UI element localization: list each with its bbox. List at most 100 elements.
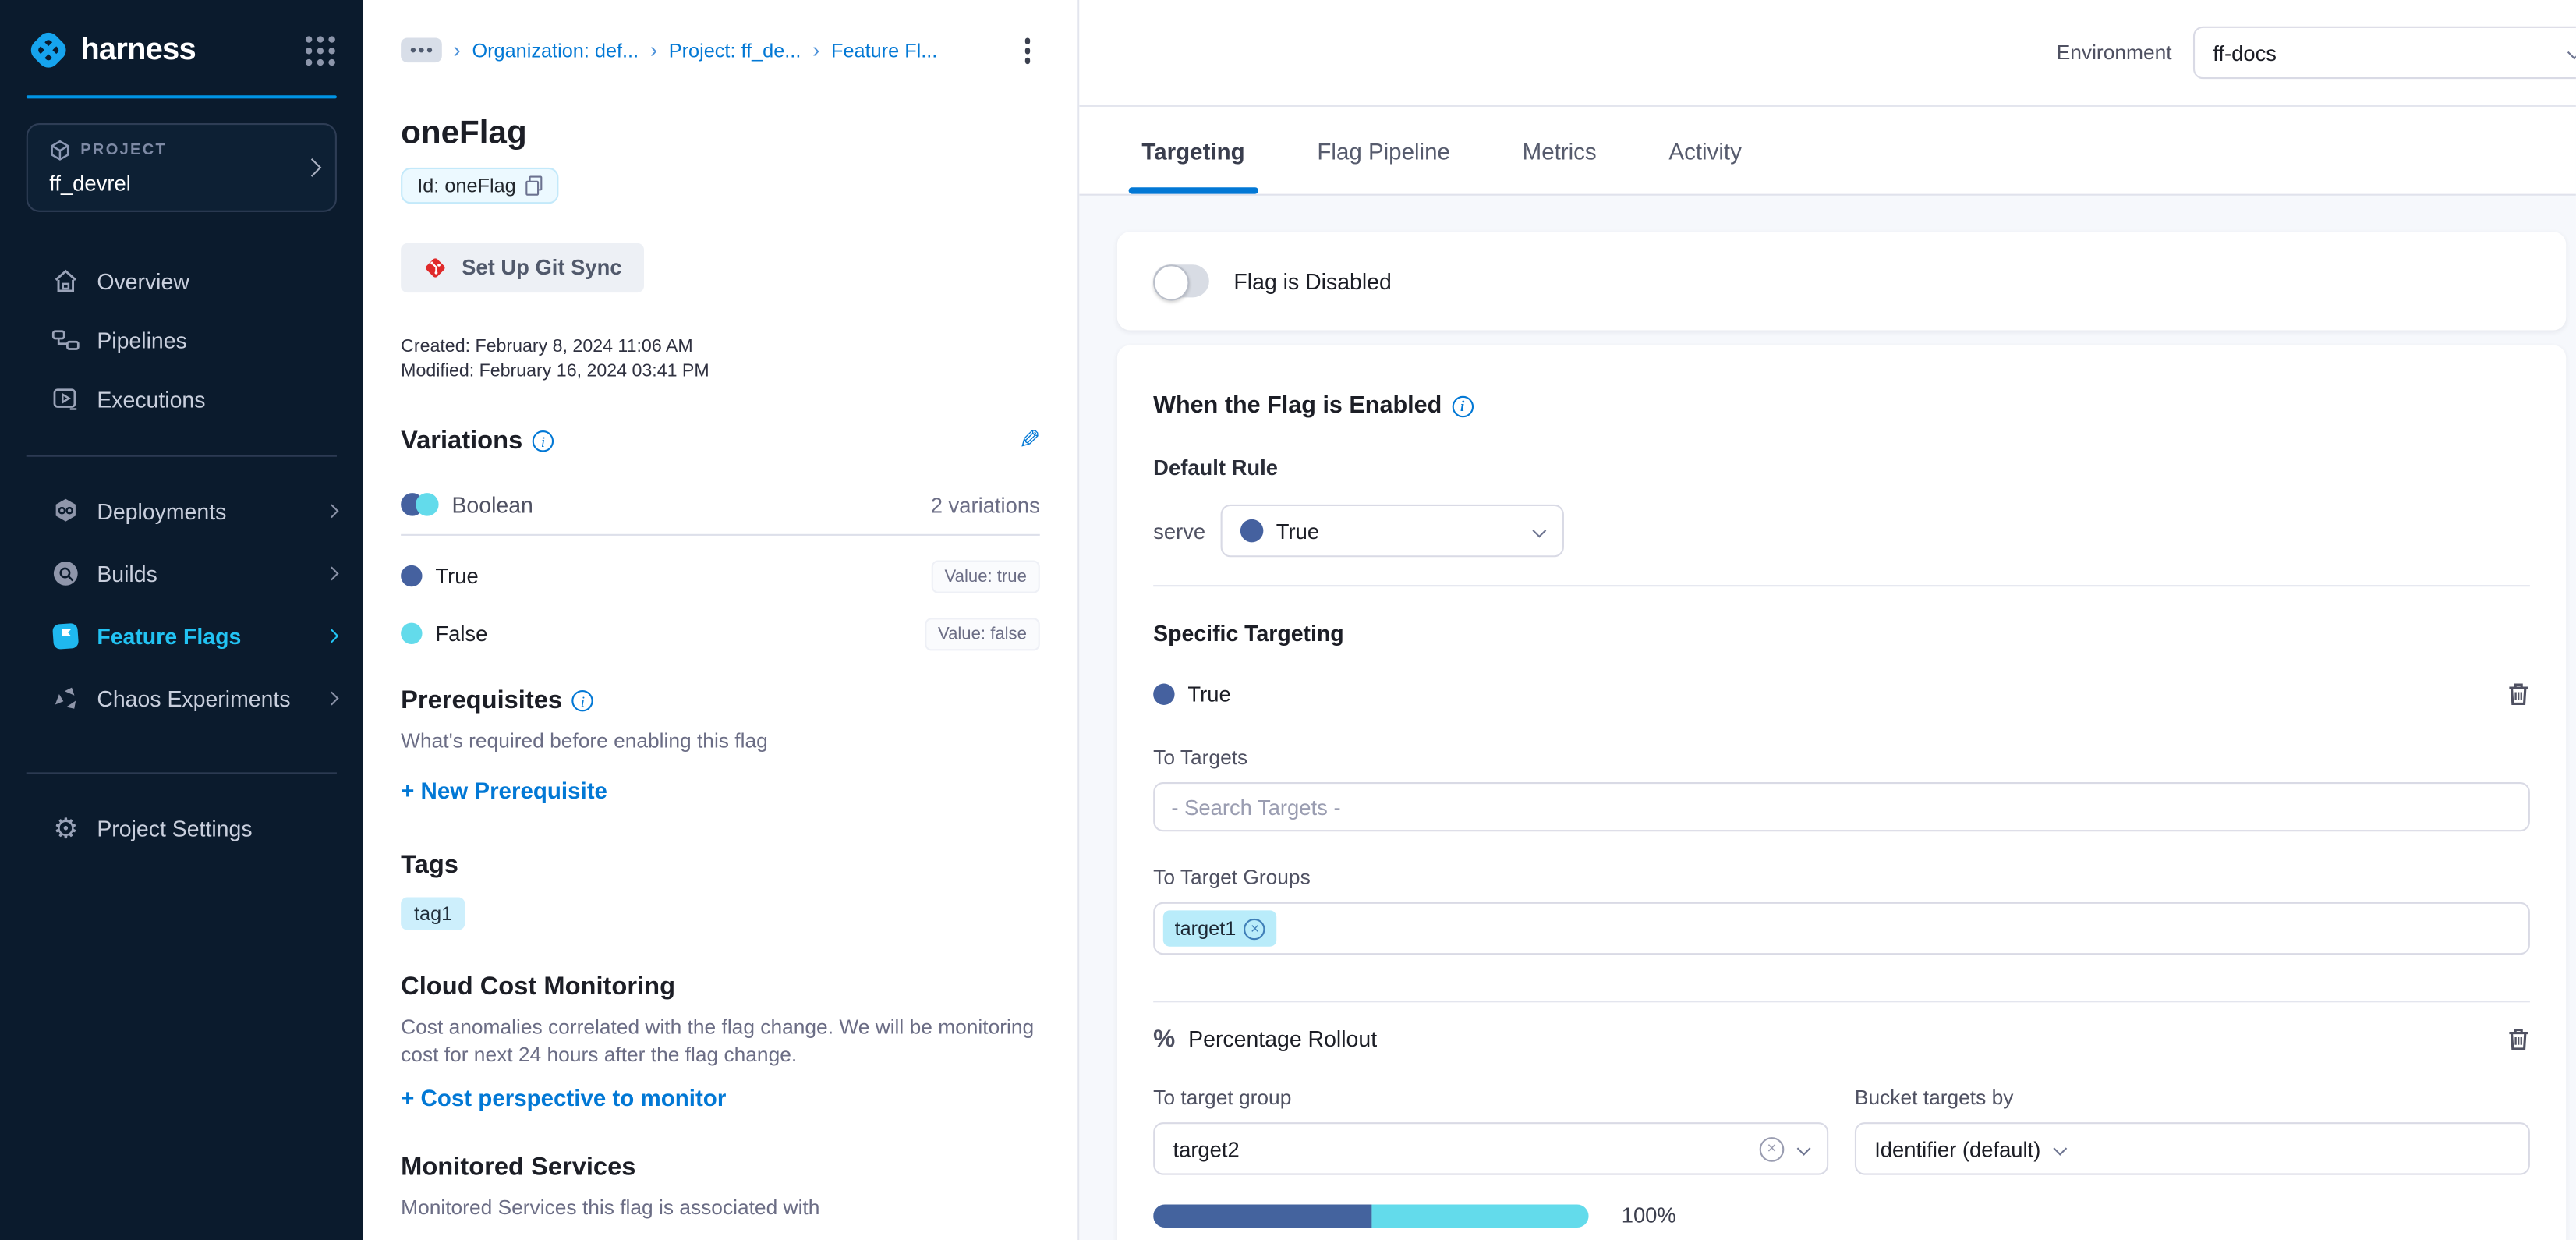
variation-row-false: False Value: false xyxy=(401,617,1040,650)
prerequisites-description: What's required before enabling this fla… xyxy=(401,727,1040,755)
variation-row-true: True Value: true xyxy=(401,559,1040,592)
sidebar-item-chaos-experiments[interactable]: Chaos Experiments xyxy=(0,667,363,729)
chevron-right-icon xyxy=(325,692,339,706)
tag-chip: tag1 xyxy=(401,896,465,929)
environment-value: ff-docs xyxy=(2213,41,2277,66)
flag-id-chip[interactable]: Id: oneFlag xyxy=(401,167,558,203)
info-icon[interactable] xyxy=(572,690,593,711)
builds-icon xyxy=(51,558,80,588)
sidebar-item-builds[interactable]: Builds xyxy=(0,542,363,604)
cloud-cost-description: Cost anomalies correlated with the flag … xyxy=(401,1013,1045,1069)
harness-app: harness PROJECT ff_devrel Over xyxy=(0,0,2576,1240)
targets-search-field xyxy=(1153,782,2530,831)
sidebar-item-overview[interactable]: Overview xyxy=(0,251,363,310)
breadcrumb-separator-icon: › xyxy=(812,39,819,60)
flag-modified-date: Modified: February 16, 2024 03:41 PM xyxy=(401,360,1040,385)
divider xyxy=(401,533,1040,535)
rollout-distribution-row: 100% xyxy=(1153,1203,2530,1228)
chevron-right-icon xyxy=(325,629,339,643)
remove-chip-icon[interactable] xyxy=(1244,918,1265,939)
feature-flags-icon xyxy=(51,621,80,650)
serve-label: serve xyxy=(1153,519,1205,544)
breadcrumb-ellipsis-button[interactable] xyxy=(401,38,442,63)
module-grid-icon[interactable] xyxy=(306,35,335,65)
edit-variations-pencil-icon[interactable] xyxy=(1018,428,1040,455)
rollout-target-group-value: target2 xyxy=(1173,1136,1239,1161)
percent-icon: % xyxy=(1153,1026,1175,1054)
breadcrumb-feature-flags[interactable]: Feature Fl... xyxy=(831,39,937,62)
clear-selection-icon[interactable] xyxy=(1760,1136,1785,1161)
chevron-down-icon xyxy=(2054,1142,2068,1156)
deployments-icon xyxy=(51,496,80,526)
tab-activity[interactable]: Activity xyxy=(1665,107,1745,194)
harness-logo-icon xyxy=(28,30,69,71)
more-options-kebab-icon[interactable] xyxy=(1014,34,1040,66)
chevron-down-icon xyxy=(1532,524,1546,538)
flag-state-label: Flag is Disabled xyxy=(1233,269,1391,294)
specific-targeting-heading: Specific Targeting xyxy=(1153,621,2530,646)
breadcrumb: › Organization: def... › Project: ff_de.… xyxy=(401,34,1040,66)
chevron-down-icon xyxy=(1797,1142,1811,1156)
prerequisites-heading: Prerequisites xyxy=(401,686,562,716)
variation-name: True xyxy=(435,564,478,589)
sidebar-item-pipelines[interactable]: Pipelines xyxy=(0,310,363,370)
sidebar-item-label: Project Settings xyxy=(97,816,252,841)
rollout-distribution-bar xyxy=(1153,1203,1588,1226)
flag-id-text: Id: oneFlag xyxy=(417,173,516,196)
delete-targeting-trash-icon[interactable] xyxy=(2507,682,2529,707)
git-icon xyxy=(423,254,449,281)
to-targets-label: To Targets xyxy=(1153,746,2530,769)
info-icon[interactable] xyxy=(533,430,554,452)
enabled-rules-heading: When the Flag is Enabled xyxy=(1153,393,1442,420)
sidebar-nav-top: Overview Pipelines Executions xyxy=(0,251,363,429)
tab-flag-pipeline[interactable]: Flag Pipeline xyxy=(1314,107,1453,194)
tab-targeting[interactable]: Targeting xyxy=(1138,107,1248,194)
flag-state-card: Flag is Disabled xyxy=(1117,232,2566,330)
cost-perspective-button[interactable]: + Cost perspective to monitor xyxy=(401,1084,726,1111)
monitored-services-heading: Monitored Services xyxy=(401,1153,635,1182)
sidebar-divider xyxy=(27,455,337,457)
flag-detail-tabs: Targeting Flag Pipeline Metrics Activity xyxy=(1079,107,2576,196)
environment-select[interactable]: ff-docs xyxy=(2193,27,2576,79)
sidebar-item-project-settings[interactable]: ⚙ Project Settings xyxy=(0,797,363,859)
sidebar-item-executions[interactable]: Executions xyxy=(0,370,363,429)
flag-enabled-toggle[interactable] xyxy=(1153,264,1209,297)
sidebar-nav-bottom: ⚙ Project Settings xyxy=(0,797,363,859)
project-selector[interactable]: PROJECT ff_devrel xyxy=(27,123,337,212)
sidebar-item-deployments[interactable]: Deployments xyxy=(0,480,363,542)
info-icon[interactable] xyxy=(1452,395,1473,416)
rollout-target-group-label: To target group xyxy=(1153,1086,1828,1109)
copy-icon[interactable] xyxy=(525,175,542,194)
breadcrumb-organization[interactable]: Organization: def... xyxy=(472,39,639,62)
monitored-services-description: Monitored Services this flag is associat… xyxy=(401,1194,1040,1222)
pipelines-icon xyxy=(51,325,80,355)
rollout-target-group-select[interactable]: target2 xyxy=(1153,1122,1828,1174)
rollout-true-segment xyxy=(1153,1203,1371,1226)
setup-git-sync-button[interactable]: Set Up Git Sync xyxy=(401,243,643,292)
target-group-chip: target1 xyxy=(1163,910,1277,946)
sidebar-item-feature-flags[interactable]: Feature Flags xyxy=(0,604,363,667)
boolean-type-icon xyxy=(401,493,438,515)
default-rule-serve-select[interactable]: True xyxy=(1220,505,1563,557)
variation-true-color-dot xyxy=(1240,519,1262,542)
sidebar-item-label: Feature Flags xyxy=(97,624,241,649)
sidebar-divider xyxy=(27,772,337,774)
bucket-targets-by-select[interactable]: Identifier (default) xyxy=(1855,1122,2530,1174)
breadcrumb-project[interactable]: Project: ff_de... xyxy=(669,39,801,62)
flag-created-date: Created: February 8, 2024 11:06 AM xyxy=(401,335,1040,360)
sidebar-item-label: Executions xyxy=(97,387,205,412)
new-prerequisite-button[interactable]: + New Prerequisite xyxy=(401,777,607,803)
chaos-icon xyxy=(51,684,80,714)
sidebar-item-label: Deployments xyxy=(97,499,226,524)
project-name: ff_devrel xyxy=(49,171,167,196)
variation-name: False xyxy=(435,621,487,646)
sidebar-item-label: Chaos Experiments xyxy=(97,686,290,711)
tab-metrics[interactable]: Metrics xyxy=(1519,107,1600,194)
git-sync-label: Set Up Git Sync xyxy=(462,255,622,280)
targets-search-input[interactable] xyxy=(1171,795,2511,820)
serve-value: True xyxy=(1276,519,1319,544)
bucket-targets-by-label: Bucket targets by xyxy=(1855,1086,2530,1109)
target-groups-field[interactable]: target1 xyxy=(1153,902,2530,955)
delete-rollout-trash-icon[interactable] xyxy=(2507,1027,2529,1052)
tags-heading: Tags xyxy=(401,850,458,880)
